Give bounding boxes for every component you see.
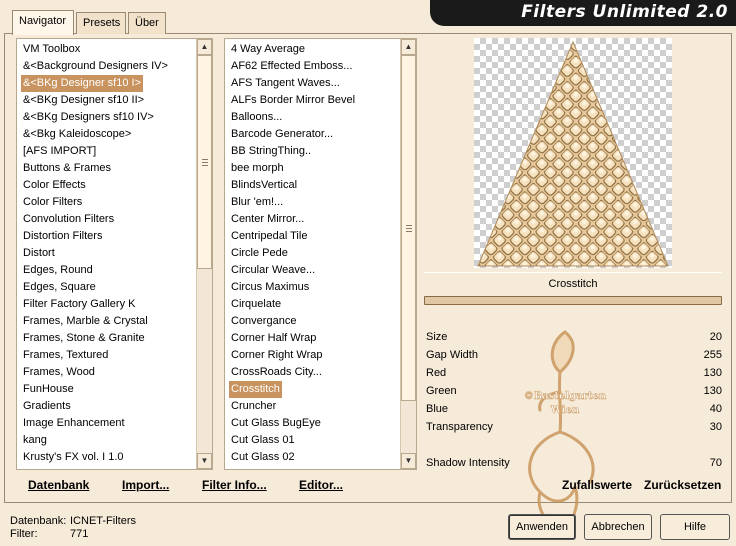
category-scrollbar[interactable]: ▲ ▼ <box>196 39 212 469</box>
watermark-line1: ©Bastelgarten <box>524 391 607 402</box>
scroll-down-icon[interactable]: ▼ <box>197 453 212 469</box>
list-item[interactable]: Circus Maximus <box>229 279 311 296</box>
param-label: Red <box>426 367 447 379</box>
list-item[interactable]: FunHouse <box>21 381 76 398</box>
list-item[interactable]: ALFs Border Mirror Bevel <box>229 92 357 109</box>
tab-uber[interactable]: Über <box>128 12 166 34</box>
filter-scrollbar[interactable]: ▲ ▼ <box>400 39 416 469</box>
list-item[interactable]: Edges, Round <box>21 262 95 279</box>
import-link[interactable]: Import... <box>122 478 169 492</box>
param-label: Green <box>426 385 457 397</box>
scroll-thumb[interactable] <box>197 55 212 269</box>
list-item[interactable]: BB StringThing.. <box>229 143 313 160</box>
list-item[interactable]: &<BKg Designer sf10 II> <box>21 92 146 109</box>
filter-info-link[interactable]: Filter Info... <box>202 478 267 492</box>
list-item[interactable]: Gradients <box>21 398 73 415</box>
preview-slider[interactable] <box>424 296 722 305</box>
title-banner: Filters Unlimited 2.0 <box>430 0 736 26</box>
list-item[interactable]: Center Mirror... <box>229 211 306 228</box>
database-link[interactable]: Datenbank <box>28 478 89 492</box>
filter-name-label: Crosstitch <box>424 272 722 294</box>
list-item[interactable]: &<BKg Designer sf10 I> <box>21 75 144 92</box>
list-item[interactable]: Color Filters <box>21 194 84 211</box>
database-label: Datenbank: <box>10 515 67 527</box>
list-item[interactable]: Barcode Generator... <box>229 126 335 143</box>
filter-count-label: Filter: <box>10 528 38 540</box>
list-item[interactable]: &<Background Designers IV> <box>21 58 170 75</box>
list-item[interactable]: Circular Weave... <box>229 262 317 279</box>
list-item[interactable]: Krusty's FX vol. I 1.0 <box>21 449 126 466</box>
watermark-line2: Wien <box>550 405 580 416</box>
list-item[interactable]: CrossRoads City... <box>229 364 324 381</box>
list-item[interactable]: Distort <box>21 245 57 262</box>
list-item[interactable]: Cut Glass BugEye <box>229 415 323 432</box>
param-value[interactable]: 20 <box>710 328 722 346</box>
list-item[interactable]: Corner Right Wrap <box>229 347 325 364</box>
list-item[interactable]: 4 Way Average <box>229 41 307 58</box>
list-item[interactable]: Circle Pede <box>229 245 290 262</box>
list-item[interactable]: Frames, Textured <box>21 347 110 364</box>
list-item[interactable]: Frames, Stone & Granite <box>21 330 147 347</box>
list-item[interactable]: Blur 'em!... <box>229 194 285 211</box>
list-item[interactable]: Convolution Filters <box>21 211 116 228</box>
param-label: Size <box>426 331 448 343</box>
editor-link[interactable]: Editor... <box>299 478 343 492</box>
param-value[interactable]: 30 <box>710 418 722 436</box>
list-item[interactable]: Corner Half Wrap <box>229 330 318 347</box>
scroll-up-icon[interactable]: ▲ <box>197 39 212 55</box>
list-item[interactable]: Cut Glass 02 <box>229 449 297 466</box>
list-item[interactable]: BlindsVertical <box>229 177 299 194</box>
tab-presets[interactable]: Presets <box>76 12 126 34</box>
scroll-up-icon[interactable]: ▲ <box>401 39 416 55</box>
param-label: Transparency <box>426 421 493 433</box>
list-item[interactable]: Frames, Marble & Crystal <box>21 313 150 330</box>
param-label: Blue <box>426 403 449 415</box>
param-label: Shadow Intensity <box>426 457 510 469</box>
list-item[interactable]: AF62 Effected Emboss... <box>229 58 354 75</box>
apply-button[interactable]: Anwenden <box>508 514 576 540</box>
random-values-link[interactable]: Zufallswerte <box>562 478 632 492</box>
filter-count-value: 771 <box>70 528 89 540</box>
watermark-logo: ©Bastelgarten Wien <box>524 330 607 534</box>
list-item[interactable]: VM Toolbox <box>21 41 82 58</box>
param-label: Gap Width <box>426 349 478 361</box>
list-item[interactable]: Cirquelate <box>229 296 283 313</box>
cancel-button[interactable]: Abbrechen <box>584 514 652 540</box>
list-item[interactable]: kang <box>21 432 49 449</box>
list-item[interactable]: Buttons & Frames <box>21 160 113 177</box>
list-item[interactable]: Convergance <box>229 313 298 330</box>
list-item[interactable]: Frames, Wood <box>21 364 97 381</box>
scroll-thumb[interactable] <box>401 55 416 401</box>
list-item[interactable]: Crosstitch <box>229 381 282 398</box>
param-value[interactable]: 40 <box>710 400 722 418</box>
list-item[interactable]: Filter Factory Gallery K <box>21 296 137 313</box>
list-item[interactable]: Cruncher <box>229 398 278 415</box>
scroll-down-icon[interactable]: ▼ <box>401 453 416 469</box>
list-item[interactable]: Color Effects <box>21 177 88 194</box>
list-item[interactable]: Image Enhancement <box>21 415 127 432</box>
list-item[interactable]: Cut Glass 01 <box>229 432 297 449</box>
help-button[interactable]: Hilfe <box>660 514 730 540</box>
list-item[interactable]: Distortion Filters <box>21 228 104 245</box>
reset-link[interactable]: Zurücksetzen <box>644 478 721 492</box>
category-list[interactable]: ▲ ▼ VM Toolbox &<Background Designers IV>… <box>16 38 213 470</box>
filter-list[interactable]: ▲ ▼ 4 Way Average AF62 Effected Emboss...… <box>224 38 417 470</box>
crosstitch-triangle <box>477 40 669 267</box>
list-item[interactable]: AFS Tangent Waves... <box>229 75 342 92</box>
param-value[interactable]: 70 <box>710 454 722 472</box>
param-value[interactable]: 130 <box>704 382 722 400</box>
param-value[interactable]: 255 <box>704 346 722 364</box>
list-item[interactable]: [AFS IMPORT] <box>21 143 98 160</box>
list-item[interactable]: Balloons... <box>229 109 284 126</box>
app-title: Filters Unlimited 2.0 <box>521 2 728 22</box>
list-item[interactable]: Centripedal Tile <box>229 228 309 245</box>
list-item[interactable]: &<Bkg Kaleidoscope> <box>21 126 133 143</box>
preview-image <box>474 38 672 268</box>
tab-navigator[interactable]: Navigator <box>12 10 74 35</box>
list-item[interactable]: &<BKg Designers sf10 IV> <box>21 109 156 126</box>
param-value[interactable]: 130 <box>704 364 722 382</box>
list-item[interactable]: Edges, Square <box>21 279 98 296</box>
database-value: ICNET-Filters <box>70 515 136 527</box>
list-item[interactable]: bee morph <box>229 160 286 177</box>
